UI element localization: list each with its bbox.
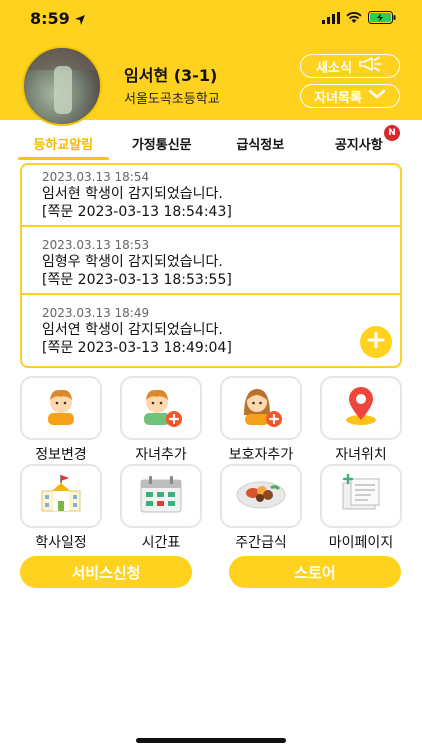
menu-academic-schedule[interactable]: 학사일정 bbox=[20, 464, 102, 552]
tab-label: 등하교알림 bbox=[33, 138, 94, 153]
alert-list[interactable]: 2023.03.13 18:54 임서현 학생이 감지되었습니다. [쪽문 20… bbox=[20, 163, 402, 368]
menu-tile[interactable] bbox=[320, 464, 402, 528]
news-button[interactable]: 새소식 bbox=[300, 54, 400, 78]
menu-weekly-meal[interactable]: 주간급식 bbox=[220, 464, 302, 552]
menu-label: 보호자추가 bbox=[228, 447, 294, 463]
menu-timetable[interactable]: 시간표 bbox=[120, 464, 202, 552]
school-name: 서울도곡초등학교 bbox=[124, 92, 220, 107]
alert-time: 2023.03.13 18:53 bbox=[42, 238, 150, 252]
alert-stamp: [쪽문 2023-03-13 18:54:43] bbox=[42, 204, 232, 220]
add-button[interactable] bbox=[360, 326, 392, 358]
menu-tile[interactable] bbox=[120, 464, 202, 528]
battery-charging-icon bbox=[368, 11, 396, 24]
menu-tile[interactable] bbox=[20, 464, 102, 528]
menu-tile[interactable] bbox=[220, 376, 302, 440]
service-request-button[interactable]: 서비스신청 bbox=[20, 556, 192, 588]
alert-message: 임형우 학생이 감지되었습니다. bbox=[42, 254, 223, 270]
wifi-icon bbox=[346, 11, 362, 24]
alert-stamp: [쪽문 2023-03-13 18:49:04] bbox=[42, 340, 232, 356]
status-icons bbox=[322, 11, 396, 24]
girl-add-icon bbox=[236, 383, 286, 433]
megaphone-icon bbox=[358, 56, 384, 76]
menu-label: 자녀추가 bbox=[135, 447, 187, 463]
menu-child-location[interactable]: 자녀위치 bbox=[320, 376, 402, 464]
menu-tile[interactable] bbox=[120, 376, 202, 440]
children-list-button-label: 자녀목록 bbox=[314, 90, 362, 106]
menu-label: 정보변경 bbox=[35, 447, 87, 463]
tab-home-letters[interactable]: 가정통신문 bbox=[113, 128, 212, 160]
menu-label: 학사일정 bbox=[35, 535, 87, 551]
tab-notices[interactable]: 공지사항 N bbox=[310, 125, 409, 160]
chevron-down-icon bbox=[368, 88, 386, 104]
tab-bar: 등하교알림 가정통신문 급식정보 공지사항 N bbox=[14, 125, 409, 160]
menu-label: 주간급식 bbox=[235, 535, 287, 551]
alert-message: 임서현 학생이 감지되었습니다. bbox=[42, 186, 223, 202]
new-badge: N bbox=[384, 125, 400, 141]
signal-icon bbox=[322, 11, 340, 24]
list-item[interactable]: 2023.03.13 18:54 임서현 학생이 감지되었습니다. [쪽문 20… bbox=[22, 165, 400, 227]
school-icon bbox=[38, 473, 84, 519]
student-name: 임서현 (3-1) bbox=[124, 66, 218, 85]
menu-info-change[interactable]: 정보변경 bbox=[20, 376, 102, 464]
alert-stamp: [쪽문 2023-03-13 18:53:55] bbox=[42, 272, 232, 288]
divider bbox=[22, 225, 400, 227]
tab-attendance-alerts[interactable]: 등하교알림 bbox=[14, 128, 113, 160]
tab-meal-info[interactable]: 급식정보 bbox=[211, 128, 310, 160]
children-list-button[interactable]: 자녀목록 bbox=[300, 84, 400, 108]
status-bar: 8:59 bbox=[0, 0, 422, 38]
avatar[interactable] bbox=[22, 46, 102, 126]
menu-tile[interactable] bbox=[320, 376, 402, 440]
menu-add-child[interactable]: 자녀추가 bbox=[120, 376, 202, 464]
alert-time: 2023.03.13 18:49 bbox=[42, 306, 150, 320]
home-indicator[interactable] bbox=[136, 738, 286, 743]
menu-tile[interactable] bbox=[20, 376, 102, 440]
menu-my-page[interactable]: 마이페이지 bbox=[320, 464, 402, 552]
meal-icon bbox=[235, 477, 287, 515]
menu-label: 자녀위치 bbox=[335, 447, 387, 463]
tab-label: 가정통신문 bbox=[131, 138, 192, 153]
divider bbox=[22, 293, 400, 295]
boy-add-icon bbox=[136, 383, 186, 433]
profile-header: 임서현 (3-1) 서울도곡초등학교 새소식 자녀목록 bbox=[0, 38, 422, 126]
document-icon bbox=[338, 473, 384, 519]
news-button-label: 새소식 bbox=[316, 60, 352, 76]
list-item[interactable]: 2023.03.13 18:49 임서연 학생이 감지되었습니다. [쪽문 20… bbox=[22, 301, 400, 361]
status-time: 8:59 bbox=[30, 9, 70, 28]
list-item[interactable]: 2023.03.13 18:53 임형우 학생이 감지되었습니다. [쪽문 20… bbox=[22, 233, 400, 295]
menu-label: 마이페이지 bbox=[328, 535, 394, 551]
plus-icon bbox=[367, 331, 385, 353]
alert-time: 2023.03.13 18:54 bbox=[42, 170, 150, 184]
boy-icon bbox=[40, 385, 82, 431]
menu-label: 시간표 bbox=[141, 535, 181, 551]
alert-message: 임서연 학생이 감지되었습니다. bbox=[42, 322, 223, 338]
menu-add-guardian[interactable]: 보호자추가 bbox=[220, 376, 302, 464]
location-arrow-icon bbox=[74, 11, 86, 30]
tab-label: 급식정보 bbox=[236, 138, 285, 153]
calendar-icon bbox=[138, 474, 184, 518]
location-pin-icon bbox=[340, 384, 382, 432]
store-button[interactable]: 스토어 bbox=[229, 556, 401, 588]
tab-label: 공지사항 bbox=[334, 138, 383, 153]
menu-tile[interactable] bbox=[220, 464, 302, 528]
